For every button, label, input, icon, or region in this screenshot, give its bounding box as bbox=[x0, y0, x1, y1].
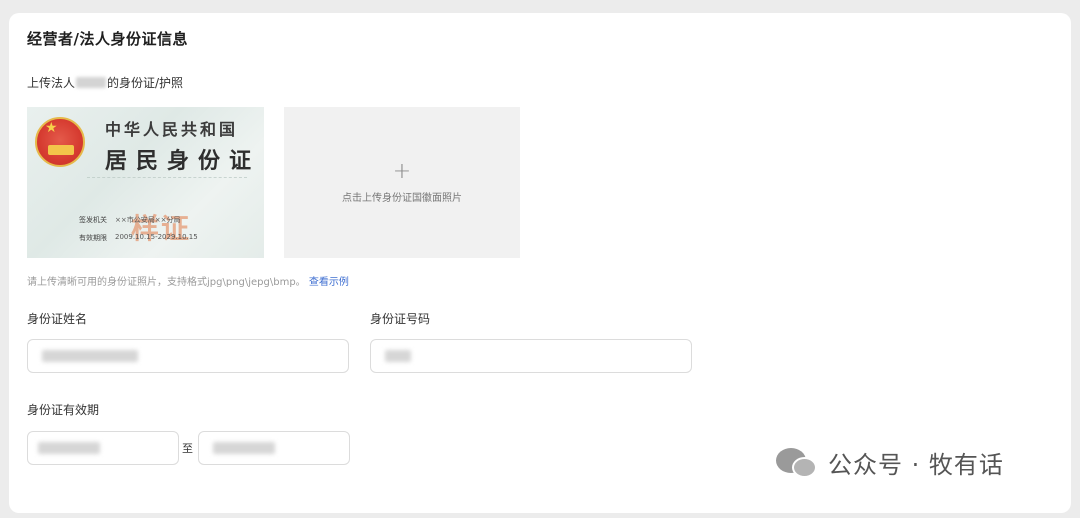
validity-end-input[interactable] bbox=[198, 431, 350, 465]
redacted-text bbox=[76, 77, 107, 88]
upload-label-suffix: 的身份证/护照 bbox=[107, 76, 184, 90]
upload-label-prefix: 上传法人 bbox=[27, 76, 76, 90]
id-card-portrait-upload[interactable]: ★ 中华人民共和国 居民身份证 样证 签发机关 ××市公安局××分局 有效期限 … bbox=[27, 107, 264, 258]
redacted-value bbox=[42, 350, 138, 362]
id-card-subtitle: 居民身份证 bbox=[105, 148, 261, 174]
upload-tip: 请上传清晰可用的身份证照片，支持格式jpg\png\jepg\bmp。 查看示例 bbox=[27, 273, 349, 288]
upload-label: 上传法人 的身份证/护照 bbox=[27, 74, 183, 91]
validity-row: 有效期限 2009.10.15-2029.10.15 bbox=[79, 233, 198, 243]
validity-value: 2009.10.15-2029.10.15 bbox=[115, 233, 198, 241]
emblem-star-icon: ★ bbox=[45, 120, 58, 136]
id-card-emblem-upload[interactable]: + 点击上传身份证国徽面照片 bbox=[284, 107, 520, 258]
watermark-text: 公众号 · 牧有话 bbox=[828, 451, 1004, 479]
upload-hint: 点击上传身份证国徽面照片 bbox=[342, 193, 462, 204]
validity-period-label: 身份证有效期 bbox=[27, 403, 100, 417]
issuer-label: 签发机关 bbox=[79, 216, 107, 224]
redacted-value bbox=[213, 442, 275, 454]
upload-tip-text: 请上传清晰可用的身份证照片，支持格式jpg\png\jepg\bmp。 bbox=[27, 277, 306, 288]
name-label: 身份证姓名 bbox=[27, 312, 88, 326]
view-example-link[interactable]: 查看示例 bbox=[309, 277, 349, 288]
national-emblem-icon bbox=[35, 117, 85, 167]
id-card-title: 中华人民共和国 bbox=[105, 120, 239, 139]
redacted-value bbox=[38, 442, 100, 454]
section-title: 经营者/法人身份证信息 bbox=[27, 30, 188, 48]
issuer-value: ××市公安局××分局 bbox=[115, 216, 181, 224]
id-number-label: 身份证号码 bbox=[370, 312, 431, 326]
plus-icon: + bbox=[392, 159, 412, 184]
wechat-icon bbox=[776, 446, 818, 480]
date-range-separator: 至 bbox=[182, 442, 193, 455]
name-input[interactable] bbox=[27, 339, 349, 373]
redacted-value bbox=[385, 350, 411, 362]
emblem-base bbox=[48, 145, 74, 155]
validity-start-input[interactable] bbox=[27, 431, 179, 465]
issuer-row: 签发机关 ××市公安局××分局 bbox=[79, 215, 180, 225]
validity-label: 有效期限 bbox=[79, 234, 107, 242]
watermark: 公众号 · 牧有话 bbox=[776, 445, 1004, 480]
id-number-input[interactable] bbox=[370, 339, 692, 373]
